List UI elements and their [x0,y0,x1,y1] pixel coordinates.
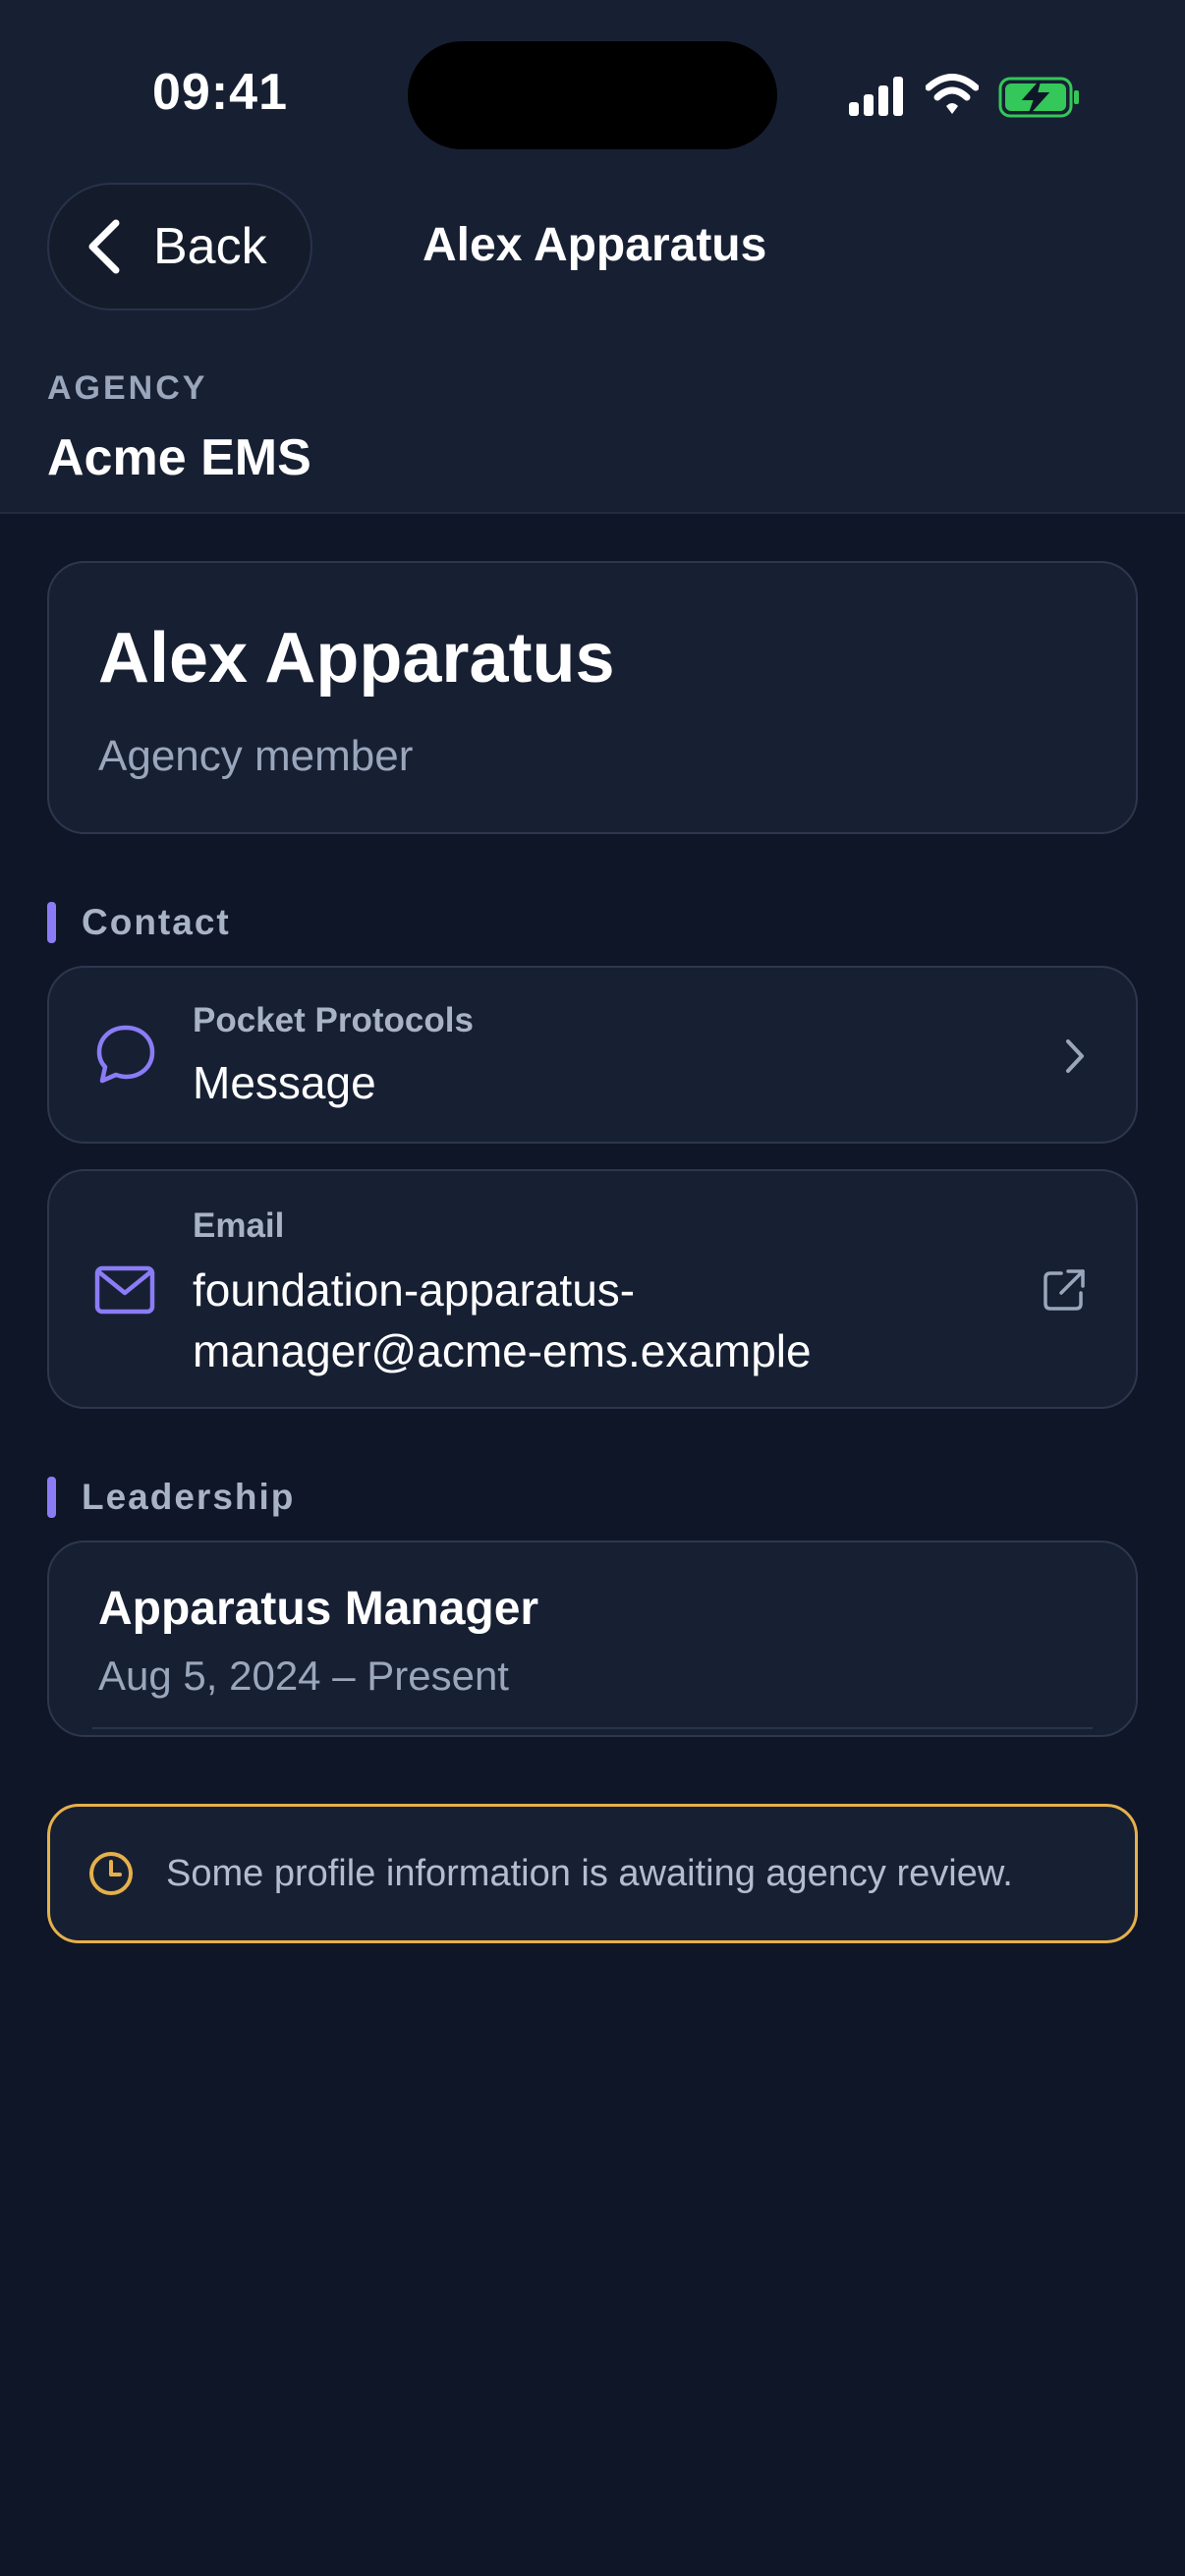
message-value: Message [193,1057,376,1108]
top-header: 09:41 Back Alex Apparatus AGENCY Acme EM… [0,0,1185,514]
email-kicker: Email [193,1206,285,1245]
leadership-role-dates: Aug 5, 2024 – Present [98,1652,509,1699]
profile-card: Alex Apparatus Agency member [47,561,1138,834]
mail-icon [94,1265,155,1315]
external-link-icon [1044,1269,1085,1311]
message-contact-row[interactable]: Pocket Protocols Message [47,966,1138,1144]
agency-name: Acme EMS [47,429,311,486]
divider [92,1727,1093,1729]
chat-bubble-icon [96,1025,155,1084]
clock-icon [89,1852,133,1895]
status-time: 09:41 [152,64,288,121]
leadership-card: Apparatus Manager Aug 5, 2024 – Present [47,1540,1138,1737]
wifi-icon [926,74,979,114]
cellular-signal-icon [849,77,903,116]
agency-label: AGENCY [47,369,208,407]
email-value-line-1: foundation-apparatus- [193,1264,636,1316]
leadership-section-header: Leadership [47,1477,295,1518]
back-button[interactable]: Back [47,183,312,310]
email-contact-row[interactable]: Email foundation-apparatus- manager@acme… [47,1169,1138,1409]
chevron-left-icon [88,219,120,274]
battery-charging-icon [998,77,1079,118]
chevron-right-icon [1066,1039,1084,1073]
section-accent-bar [47,902,56,943]
contact-section-title: Contact [82,902,231,942]
profile-name: Alex Apparatus [98,619,615,698]
dynamic-island [408,41,777,149]
review-notice-text: Some profile information is awaiting age… [166,1852,1013,1894]
contact-section-header: Contact [47,902,231,943]
profile-role: Agency member [98,732,414,780]
leadership-role-title: Apparatus Manager [98,1583,539,1635]
back-label: Back [153,218,267,275]
review-notice-banner: Some profile information is awaiting age… [47,1804,1138,1943]
nav-title: Alex Apparatus [423,219,767,271]
message-kicker: Pocket Protocols [193,1001,474,1039]
section-accent-bar [47,1477,56,1518]
leadership-section-title: Leadership [82,1477,296,1517]
email-value-line-2: manager@acme-ems.example [193,1325,812,1376]
